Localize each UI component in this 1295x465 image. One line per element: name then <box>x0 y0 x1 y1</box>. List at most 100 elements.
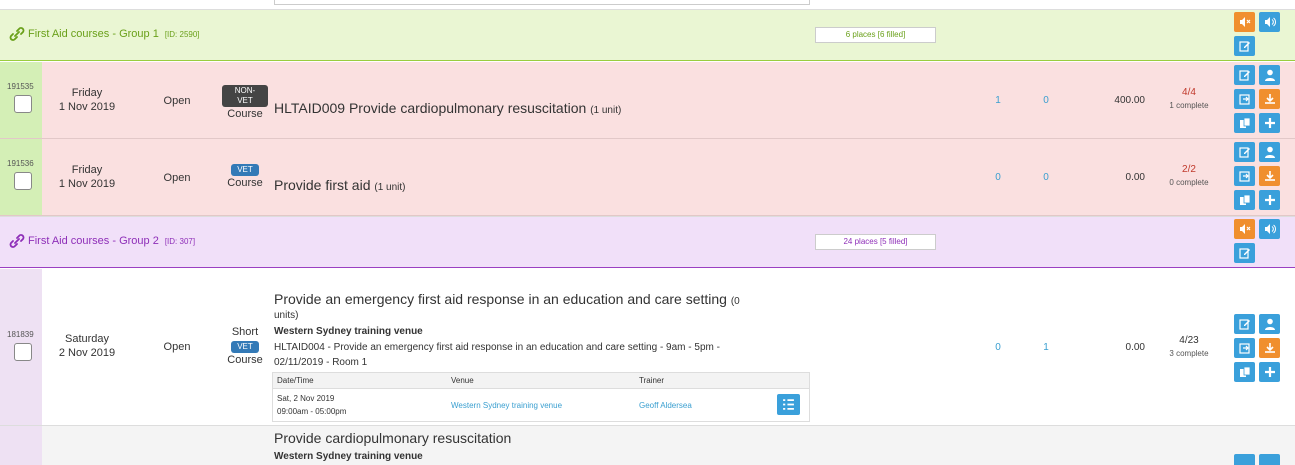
course-row: 181839 Saturday 2 Nov 2019 Open Short VE… <box>0 269 1295 426</box>
copy-button[interactable] <box>1234 190 1255 210</box>
header-datetime: Date/Time <box>277 376 314 385</box>
copy-button[interactable] <box>1234 113 1255 133</box>
count-2[interactable]: 0 <box>1034 95 1058 106</box>
count-2[interactable]: 1 <box>1034 342 1058 353</box>
user-button[interactable] <box>1259 65 1280 85</box>
refresh-icon <box>1238 343 1250 354</box>
course-status: Open <box>163 95 191 107</box>
refresh-button[interactable] <box>1234 166 1255 186</box>
edit-button[interactable] <box>1234 65 1255 85</box>
edit-group-button[interactable] <box>1234 36 1255 56</box>
course-date-value: 2 Nov 2019 <box>58 347 116 359</box>
group-header-2: First Aid courses - Group 2 [ID: 307] 24… <box>0 216 1295 268</box>
mute-button[interactable] <box>1234 12 1255 32</box>
course-name[interactable]: Provide an emergency first aid response … <box>274 291 740 307</box>
sound-button[interactable] <box>1259 219 1280 239</box>
session-trainer-link[interactable]: Geoff Aldersea <box>639 401 692 410</box>
add-button[interactable] <box>1259 190 1280 210</box>
course-units: (1 unit) <box>374 182 406 193</box>
edit-icon <box>1238 319 1250 330</box>
row-select-cell <box>0 426 42 465</box>
course-row: 191535 Friday 1 Nov 2019 Open NON-VET Co… <box>0 62 1295 139</box>
copy-button[interactable] <box>1234 362 1255 382</box>
mute-icon <box>1239 17 1250 27</box>
edit-button[interactable] <box>1234 314 1255 334</box>
group-name: First Aid courses - Group 1 <box>28 28 159 40</box>
edit-button[interactable] <box>1234 454 1255 465</box>
refresh-icon <box>1238 171 1250 182</box>
user-icon <box>1264 146 1275 158</box>
row-checkbox[interactable] <box>14 95 32 113</box>
download-icon <box>1264 171 1275 181</box>
course-type-top: Short <box>231 326 259 338</box>
download-icon <box>1264 343 1275 353</box>
course-name-text: Provide an emergency first aid response … <box>274 291 727 307</box>
course-units-cont: units) <box>274 310 299 321</box>
row-id: 181839 <box>7 330 34 339</box>
refresh-button[interactable] <box>1234 89 1255 109</box>
course-day: Saturday <box>64 333 110 345</box>
group-id: [ID: 307] <box>164 236 196 246</box>
user-button[interactable] <box>1259 142 1280 162</box>
count-1[interactable]: 0 <box>986 342 1010 353</box>
group-title-1[interactable]: First Aid courses - Group 1 [ID: 2590] <box>9 27 200 41</box>
refresh-button[interactable] <box>1234 338 1255 358</box>
add-button[interactable] <box>1259 362 1280 382</box>
download-button[interactable] <box>1259 338 1280 358</box>
edit-group-button[interactable] <box>1234 243 1255 263</box>
link-icon <box>9 234 25 248</box>
sound-icon <box>1264 224 1276 234</box>
group-name: First Aid courses - Group 2 <box>28 235 159 247</box>
row-checkbox[interactable] <box>14 172 32 190</box>
course-name[interactable]: HLTAID009 Provide cardiopulmonary resusc… <box>274 100 621 116</box>
course-type-label: Course <box>227 354 263 366</box>
sound-icon <box>1264 17 1276 27</box>
sound-button[interactable] <box>1259 12 1280 32</box>
course-name[interactable]: Provide cardiopulmonary resuscitation <box>274 430 511 446</box>
complete-count: 0 complete <box>1169 178 1209 187</box>
row-select-cell: 181839 <box>0 269 42 425</box>
edit-icon <box>1238 41 1250 52</box>
course-type: NON-VET Course <box>222 85 268 121</box>
count-2[interactable]: 0 <box>1034 172 1058 183</box>
course-name-text: HLTAID009 Provide cardiopulmonary resusc… <box>274 100 587 116</box>
course-detail-2: 02/11/2019 - Room 1 <box>274 357 368 368</box>
group-places-box: 24 places [5 filled] <box>815 234 936 250</box>
link-icon <box>9 27 25 41</box>
course-date: Friday 1 Nov 2019 <box>52 163 122 191</box>
edit-icon <box>1238 248 1250 259</box>
user-icon <box>1264 318 1275 330</box>
copy-icon <box>1239 366 1250 377</box>
download-button[interactable] <box>1259 89 1280 109</box>
count-1[interactable]: 0 <box>986 172 1010 183</box>
row-id: 191535 <box>7 82 34 91</box>
fill-count: 4/23 <box>1179 335 1199 346</box>
plus-icon <box>1264 195 1275 205</box>
row-checkbox[interactable] <box>14 343 32 361</box>
session-venue-link[interactable]: Western Sydney training venue <box>451 401 562 410</box>
edit-button[interactable] <box>1234 142 1255 162</box>
course-venue: Western Sydney training venue <box>274 451 423 462</box>
user-button[interactable] <box>1259 314 1280 334</box>
fill-count: 2/2 <box>1182 164 1196 175</box>
course-type-label: Course <box>227 108 263 120</box>
group-title-2[interactable]: First Aid courses - Group 2 [ID: 307] <box>9 234 195 248</box>
download-icon <box>1264 94 1275 104</box>
count-1[interactable]: 1 <box>986 95 1010 106</box>
course-type-label: Course <box>227 177 263 189</box>
add-button[interactable] <box>1259 113 1280 133</box>
list-icon <box>783 399 794 410</box>
edit-icon <box>1238 70 1250 81</box>
course-status: Open <box>163 172 191 184</box>
download-button[interactable] <box>1259 166 1280 186</box>
session-list-button[interactable] <box>777 394 800 415</box>
edit-icon <box>1238 147 1250 158</box>
course-row: Provide cardiopulmonary resuscitation We… <box>0 426 1295 465</box>
user-button[interactable] <box>1259 454 1280 465</box>
mute-icon <box>1239 224 1250 234</box>
mute-button[interactable] <box>1234 219 1255 239</box>
plus-icon <box>1264 367 1275 377</box>
session-time: 09:00am - 05:00pm <box>277 407 347 416</box>
course-name[interactable]: Provide first aid (1 unit) <box>274 177 406 193</box>
course-date-value: 1 Nov 2019 <box>58 101 116 113</box>
